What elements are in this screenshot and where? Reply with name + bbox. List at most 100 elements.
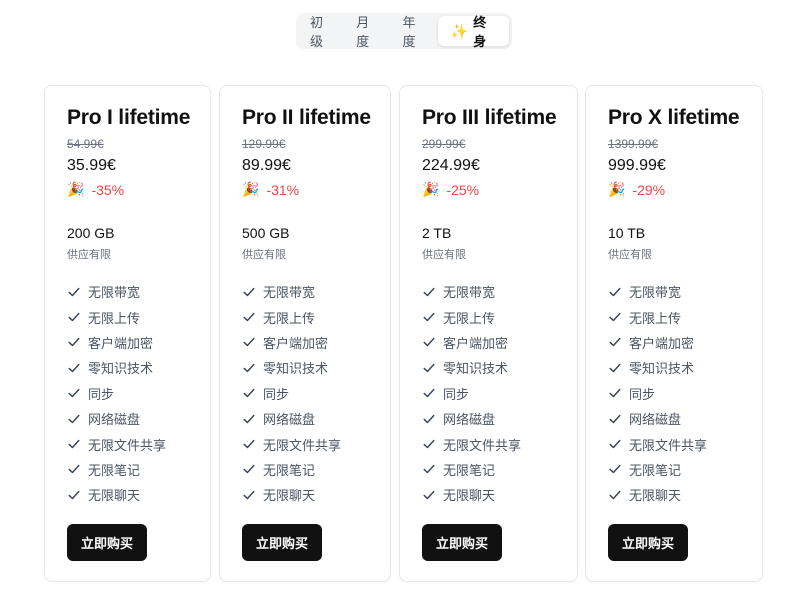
party-popper-icon: 🎉 <box>422 181 440 197</box>
check-icon <box>242 462 256 476</box>
tab-lifetime-label: 终身 <box>473 15 487 49</box>
feature-item: 无限文件共享 <box>242 431 341 456</box>
feature-label: 零知识技术 <box>263 361 329 377</box>
check-icon <box>608 462 622 476</box>
tab-monthly[interactable]: 月度 <box>345 15 391 49</box>
storage-amount: 2 TB <box>422 225 452 241</box>
feature-label: 网络磁盘 <box>443 412 496 428</box>
discount-badge: 🎉 -25% <box>422 181 479 198</box>
feature-label: 无限文件共享 <box>629 437 708 453</box>
feature-label: 无限聊天 <box>263 488 316 504</box>
feature-list: 无限带宽 无限上传 客户端加密 零知识技术 同步 网络磁盘 无限文件共享 无限笔… <box>67 279 166 508</box>
feature-item: 无限笔记 <box>608 457 707 482</box>
feature-label: 无限上传 <box>629 310 682 326</box>
feature-list: 无限带宽 无限上传 客户端加密 零知识技术 同步 网络磁盘 无限文件共享 无限笔… <box>242 279 341 508</box>
check-icon <box>608 285 622 299</box>
plan-title: Pro X lifetime <box>608 106 740 129</box>
feature-item: 无限笔记 <box>67 457 166 482</box>
feature-label: 无限带宽 <box>88 285 141 301</box>
check-icon <box>242 386 256 400</box>
tab-basic[interactable]: 初级 <box>299 15 345 49</box>
feature-item: 无限带宽 <box>422 279 521 304</box>
feature-label: 无限聊天 <box>88 488 141 504</box>
check-icon <box>67 335 81 349</box>
feature-label: 零知识技术 <box>443 361 509 377</box>
check-icon <box>608 361 622 375</box>
feature-item: 客户端加密 <box>608 330 707 355</box>
discount-label: -29% <box>632 181 666 198</box>
feature-item: 无限文件共享 <box>422 431 521 456</box>
buy-now-button[interactable]: 立即购买 <box>67 524 147 561</box>
feature-label: 无限文件共享 <box>263 437 342 453</box>
party-popper-icon: 🎉 <box>608 181 626 197</box>
feature-label: 网络磁盘 <box>263 412 316 428</box>
check-icon <box>608 488 622 502</box>
feature-item: 无限聊天 <box>422 482 521 507</box>
feature-label: 无限文件共享 <box>443 437 522 453</box>
feature-item: 无限上传 <box>608 304 707 329</box>
limited-supply-note: 供应有限 <box>608 249 652 261</box>
feature-item: 无限文件共享 <box>608 431 707 456</box>
check-icon <box>422 488 436 502</box>
feature-label: 无限带宽 <box>629 285 682 301</box>
plan-card-pro-x: Pro X lifetime 1399.99€ 999.99€ 🎉 -29% 1… <box>585 85 763 582</box>
sparkles-icon: ✨ <box>450 22 469 39</box>
feature-label: 网络磁盘 <box>629 412 682 428</box>
check-icon <box>67 361 81 375</box>
check-icon <box>242 335 256 349</box>
check-icon <box>422 310 436 324</box>
check-icon <box>242 310 256 324</box>
check-icon <box>67 488 81 502</box>
feature-item: 零知识技术 <box>608 355 707 380</box>
check-icon <box>67 412 81 426</box>
feature-item: 同步 <box>67 381 166 406</box>
feature-label: 无限聊天 <box>443 488 496 504</box>
check-icon <box>422 285 436 299</box>
limited-supply-note: 供应有限 <box>242 249 286 261</box>
feature-label: 客户端加密 <box>263 335 329 351</box>
feature-item: 同步 <box>608 381 707 406</box>
feature-label: 无限笔记 <box>443 462 496 478</box>
plan-title: Pro II lifetime <box>242 106 371 129</box>
feature-item: 无限带宽 <box>608 279 707 304</box>
storage-amount: 10 TB <box>608 225 646 241</box>
feature-item: 无限上传 <box>67 304 166 329</box>
feature-item: 客户端加密 <box>422 330 521 355</box>
feature-label: 客户端加密 <box>88 335 154 351</box>
feature-label: 网络磁盘 <box>88 412 141 428</box>
check-icon <box>67 437 81 451</box>
check-icon <box>67 310 81 324</box>
feature-item: 无限笔记 <box>422 457 521 482</box>
feature-label: 同步 <box>263 386 290 402</box>
party-popper-icon: 🎉 <box>67 181 85 197</box>
check-icon <box>242 488 256 502</box>
current-price: 89.99€ <box>242 157 291 174</box>
feature-item: 无限带宽 <box>242 279 341 304</box>
check-icon <box>422 386 436 400</box>
tab-lifetime[interactable]: ✨ 终身 <box>437 15 509 49</box>
tab-yearly[interactable]: 年度 <box>392 15 438 49</box>
check-icon <box>422 412 436 426</box>
check-icon <box>242 361 256 375</box>
check-icon <box>67 462 81 476</box>
feature-label: 无限上传 <box>263 310 316 326</box>
buy-now-button[interactable]: 立即购买 <box>608 524 688 561</box>
buy-now-button[interactable]: 立即购买 <box>422 524 502 561</box>
check-icon <box>242 285 256 299</box>
buy-now-button[interactable]: 立即购买 <box>242 524 322 561</box>
discount-label: -35% <box>91 181 125 198</box>
feature-item: 网络磁盘 <box>67 406 166 431</box>
check-icon <box>422 335 436 349</box>
feature-item: 同步 <box>422 381 521 406</box>
feature-item: 零知识技术 <box>422 355 521 380</box>
original-price: 1399.99€ <box>608 137 659 151</box>
plan-title: Pro III lifetime <box>422 106 557 129</box>
feature-label: 无限带宽 <box>263 285 316 301</box>
original-price: 129.99€ <box>242 137 286 151</box>
check-icon <box>242 412 256 426</box>
feature-label: 客户端加密 <box>443 335 509 351</box>
current-price: 224.99€ <box>422 157 480 174</box>
billing-period-tabs: 初级 月度 年度 ✨ 终身 <box>296 13 512 49</box>
original-price: 299.99€ <box>422 137 466 151</box>
limited-supply-note: 供应有限 <box>67 249 111 261</box>
